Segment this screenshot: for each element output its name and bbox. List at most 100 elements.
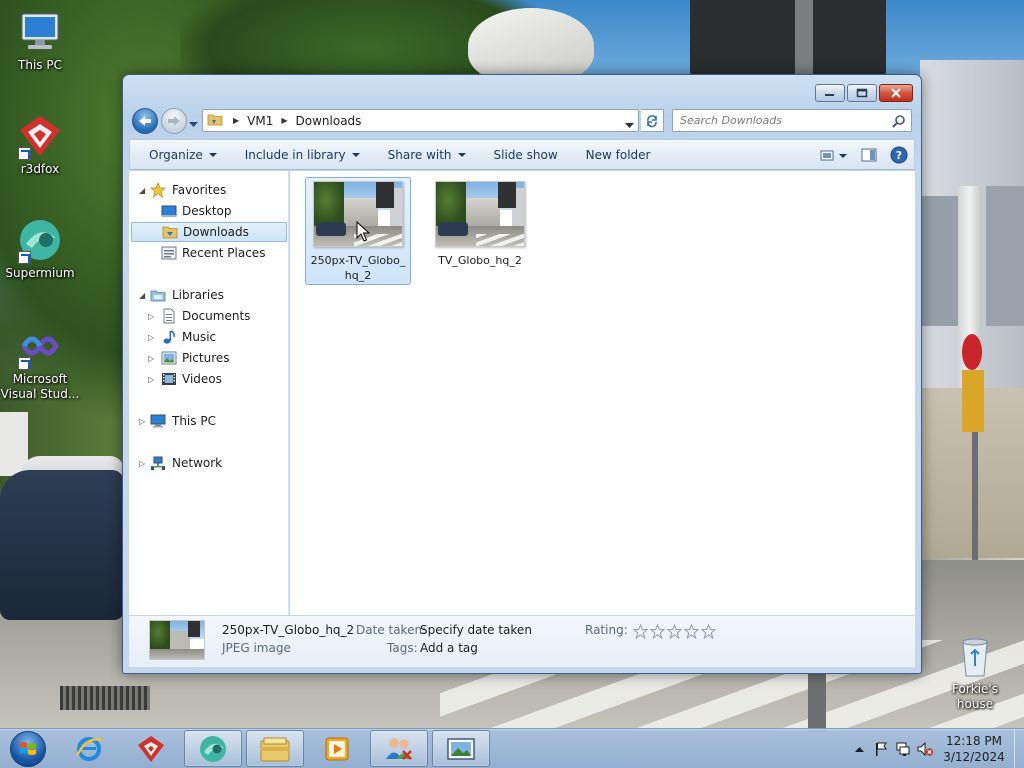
rating-star-icon[interactable] [633, 624, 648, 639]
slide-show-button[interactable]: Slide show [480, 140, 572, 169]
change-view-button[interactable] [814, 140, 854, 169]
forward-button[interactable] [161, 108, 187, 134]
taskbar-r3dfox[interactable] [122, 730, 180, 767]
computer-icon [150, 413, 166, 429]
details-tags-value[interactable]: Add a tag [420, 641, 478, 655]
desktop-icon-visual-studio[interactable]: Microsoft Visual Stud... [0, 322, 80, 402]
desktop-icon-label: Microsoft Visual Stud... [0, 372, 80, 401]
new-folder-button[interactable]: New folder [572, 140, 665, 169]
nav-music[interactable]: ▷ Music [129, 327, 287, 347]
rating-star-icon[interactable] [701, 624, 716, 639]
breadcrumb-downloads[interactable]: Downloads [296, 114, 362, 128]
network-status-button[interactable] [892, 729, 914, 768]
wallpaper-stop-sign [962, 334, 982, 370]
expand-arrow-icon[interactable]: ▷ [148, 375, 158, 384]
nav-desktop[interactable]: Desktop [129, 201, 287, 221]
desktop-icon-supermium[interactable]: Supermium [0, 216, 80, 281]
rating-star-icon[interactable] [667, 624, 682, 639]
desktop-icon [161, 203, 177, 219]
start-button[interactable] [4, 729, 52, 768]
rating-star-icon[interactable] [650, 624, 665, 639]
action-center-button[interactable] [870, 729, 892, 768]
desktop-icon-label: Supermium [5, 266, 75, 280]
taskbar-users-app[interactable] [370, 730, 428, 767]
expand-arrow-icon[interactable]: ◢ [139, 186, 149, 195]
address-history-dropdown[interactable] [625, 118, 634, 132]
show-desktop-button[interactable] [1014, 729, 1024, 768]
taskbar-media-player[interactable] [308, 730, 366, 767]
address-bar[interactable]: ▶ VM1 ▶ Downloads [202, 109, 639, 132]
nav-documents[interactable]: ▷ Documents [129, 306, 287, 326]
search-icon[interactable] [892, 114, 906, 131]
supermium-icon [200, 735, 226, 762]
nav-recent-places[interactable]: Recent Places [129, 243, 287, 263]
file-item[interactable]: TV_Globo_hq_2 [427, 177, 533, 285]
taskbar: 12:18 PM 3/12/2024 [0, 728, 1024, 768]
rating-stars[interactable] [633, 624, 716, 639]
expand-arrow-icon[interactable]: ▷ [139, 417, 149, 426]
desktop-icon-recycle-bin[interactable]: Forkie's house [935, 632, 1015, 712]
wallpaper-pole [808, 672, 826, 732]
taskbar-internet-explorer[interactable] [60, 730, 118, 767]
expand-arrow-icon[interactable]: ▷ [148, 333, 158, 342]
search-input[interactable] [673, 110, 878, 131]
flag-icon [876, 742, 887, 756]
maximize-button[interactable] [847, 84, 877, 102]
share-with-menu[interactable]: Share with [374, 140, 480, 169]
search-box[interactable] [672, 109, 912, 132]
nav-this-pc[interactable]: ▷ This PC [129, 411, 287, 431]
rating-star-icon[interactable] [684, 624, 699, 639]
nav-downloads-label: Downloads [183, 225, 249, 239]
r3dfox-icon [138, 735, 164, 762]
nav-libraries[interactable]: ◢ Libraries [129, 285, 287, 305]
wallpaper-satellite-dish [468, 8, 594, 84]
users-icon [386, 737, 412, 760]
nav-network[interactable]: ▷ Network [129, 453, 287, 473]
breadcrumb-vm1[interactable]: VM1 [247, 114, 273, 128]
downloads-folder-icon [162, 224, 178, 240]
breadcrumb-arrow-icon[interactable]: ▶ [281, 116, 287, 125]
visual-studio-icon [16, 322, 64, 370]
expand-arrow-icon[interactable]: ▷ [148, 354, 158, 363]
preview-pane-icon [861, 148, 877, 161]
computer-icon [16, 8, 64, 56]
organize-menu[interactable]: Organize [130, 140, 231, 169]
breadcrumb-arrow-icon[interactable]: ▶ [233, 116, 239, 125]
minimize-button[interactable] [815, 84, 845, 102]
preview-pane-button[interactable] [854, 140, 884, 169]
details-date-value[interactable]: Specify date taken [420, 623, 532, 637]
expand-arrow-icon[interactable]: ◢ [139, 291, 149, 300]
nav-videos[interactable]: ▷ Videos [129, 369, 287, 389]
desktop-icon-this-pc[interactable]: This PC [0, 8, 80, 73]
expand-arrow-icon[interactable]: ▷ [139, 459, 149, 468]
file-list[interactable]: 250px-TV_Globo_hq_2 TV_Globo_hq_2 [290, 171, 915, 615]
expand-arrow-icon[interactable]: ▷ [148, 312, 158, 321]
nav-pictures[interactable]: ▷ Pictures [129, 348, 287, 368]
explorer-window[interactable]: ▶ VM1 ▶ Downloads Organize Include in li… [122, 74, 922, 674]
taskbar-file-explorer[interactable] [246, 730, 304, 767]
details-thumbnail [149, 620, 205, 660]
volume-button[interactable] [914, 729, 936, 768]
chevron-down-icon [189, 122, 198, 127]
show-hidden-icons-button[interactable] [848, 729, 870, 768]
organize-label: Organize [149, 147, 203, 162]
include-in-library-menu[interactable]: Include in library [231, 140, 374, 169]
help-button[interactable]: ? [884, 140, 914, 169]
clock[interactable]: 12:18 PM 3/12/2024 [936, 733, 1012, 765]
taskbar-supermium[interactable] [184, 730, 242, 767]
desktop-icon-r3dfox[interactable]: r3dfox [0, 112, 80, 177]
file-item[interactable]: 250px-TV_Globo_hq_2 [305, 177, 411, 285]
refresh-icon [647, 114, 657, 127]
slide-show-label: Slide show [493, 147, 558, 162]
share-with-label: Share with [387, 147, 452, 162]
nav-downloads[interactable]: Downloads [131, 222, 287, 242]
refresh-button[interactable] [641, 109, 664, 132]
back-button[interactable] [132, 108, 158, 134]
nav-documents-label: Documents [182, 309, 251, 323]
nav-favorites[interactable]: ◢ Favorites [129, 180, 287, 200]
taskbar-photo-viewer[interactable] [432, 730, 490, 767]
details-date-label: Date taken: [356, 623, 427, 637]
navigation-pane[interactable]: ◢ Favorites Desktop Downloads Recent Pla… [129, 171, 289, 615]
recent-locations-dropdown[interactable] [189, 117, 198, 131]
close-button[interactable] [879, 84, 913, 102]
